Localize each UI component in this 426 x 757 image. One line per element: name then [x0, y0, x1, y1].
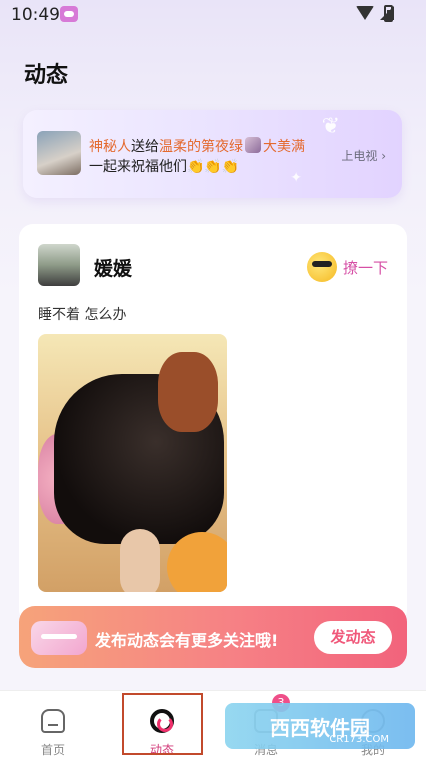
- flirt-button[interactable]: 撩一下: [306, 252, 388, 282]
- publish-message: 发布动态会有更多关注哦!: [95, 631, 279, 650]
- app-notification-icon: [60, 6, 78, 22]
- wifi-icon: [356, 6, 374, 20]
- home-icon: [41, 709, 65, 733]
- post-text: 睡不着 怎么办: [38, 307, 127, 323]
- publish-post-button[interactable]: 发动态: [314, 621, 392, 654]
- banner-gift-name: 大美满: [263, 139, 305, 155]
- banner-sender: 神秘人: [89, 139, 131, 155]
- banner-line-1: 神秘人送给温柔的第夜绿 大美满: [89, 136, 305, 156]
- tab-home-label: 首页: [40, 743, 65, 757]
- battery-icon: [384, 5, 393, 22]
- banner-line-2: 一起来祝福他们👏👏👏: [89, 159, 240, 175]
- post-card: 媛媛 撩一下 睡不着 怎么办: [19, 224, 407, 624]
- go-on-tv-link[interactable]: 上电视 ›: [341, 147, 386, 164]
- page-title: 动态: [24, 63, 69, 88]
- active-tab-highlight: [122, 693, 203, 755]
- site-watermark: 西西软件园 CR173.COM: [225, 703, 415, 749]
- banner-recipient: 温柔的第夜绿: [159, 139, 243, 155]
- publish-prompt-bar: 发布动态会有更多关注哦! 发动态: [19, 606, 407, 668]
- sparkle-icon: ✦: [290, 170, 302, 186]
- status-time: 10:49: [11, 5, 60, 25]
- flirt-label: 撩一下: [342, 258, 388, 277]
- post-username[interactable]: 媛媛: [94, 254, 132, 281]
- gift-broadcast-banner[interactable]: 神秘人送给温柔的第夜绿 大美满 一起来祝福他们👏👏👏 ❦ ✦ 上电视 ›: [23, 110, 402, 198]
- watermark-sub: CR173.COM: [329, 734, 389, 745]
- chat-bubble-icon: [31, 621, 87, 655]
- gift-icon: [245, 137, 261, 153]
- banner-sent-to: 送给: [131, 139, 159, 155]
- tab-home[interactable]: 首页: [13, 691, 93, 757]
- user-avatar[interactable]: [38, 244, 80, 286]
- butterfly-icon: ❦: [321, 114, 340, 139]
- sunglasses-emoji-icon: [306, 252, 337, 282]
- status-bar: 10:49: [0, 0, 426, 30]
- sender-avatar: [37, 131, 81, 175]
- post-photo[interactable]: [38, 334, 227, 592]
